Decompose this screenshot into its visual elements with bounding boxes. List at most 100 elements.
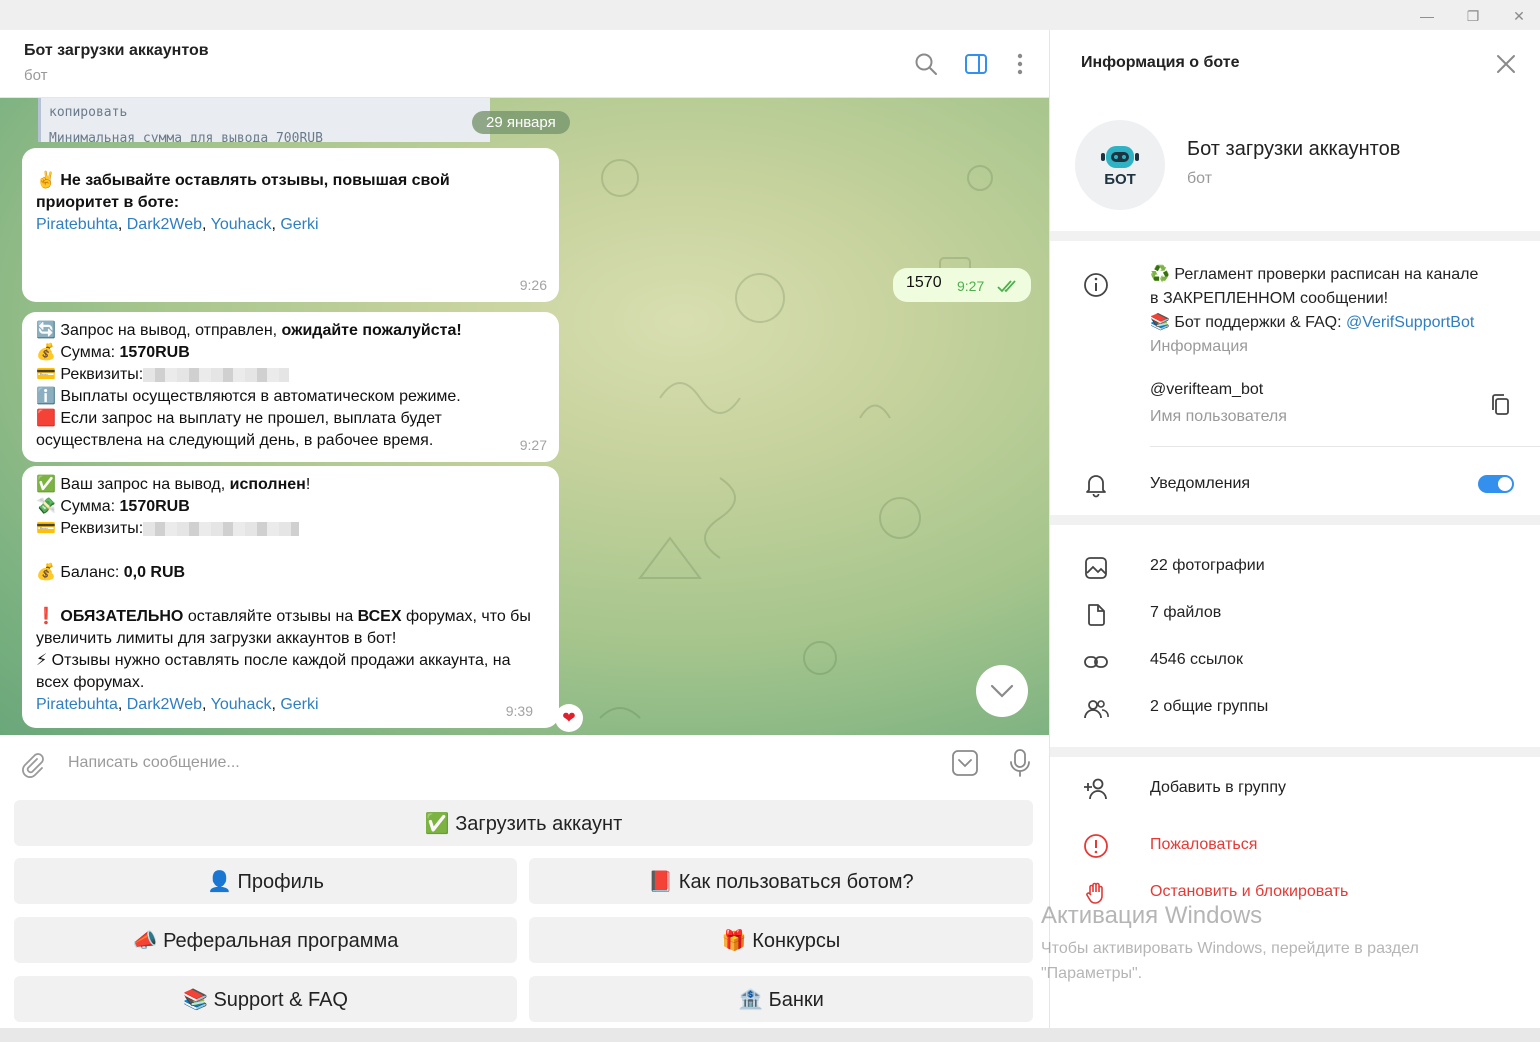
divider xyxy=(1050,231,1540,241)
report-icon xyxy=(1084,834,1108,858)
chat-messages-area[interactable]: копировать Минимальная сумма для вывода … xyxy=(0,98,1049,735)
message-line: 💳 Реквизиты: xyxy=(36,518,545,540)
restore-button[interactable]: ❐ xyxy=(1450,2,1496,30)
profile-button[interactable]: 👤 Профиль xyxy=(14,858,517,904)
howto-button[interactable]: 📕 Как пользоваться ботом? xyxy=(529,858,1033,904)
link-dark2web[interactable]: Dark2Web xyxy=(127,696,202,713)
outgoing-message[interactable]: 1570 9:27 xyxy=(893,268,1031,302)
referral-button[interactable]: 📣 Реферальная программа xyxy=(14,917,517,963)
activation-watermark-text: Чтобы активировать Windows, перейдите в … xyxy=(1041,940,1419,982)
message-line: ✅ Ваш запрос на вывод, исполнен! xyxy=(36,476,311,493)
message-line: 💰 Сумма: 1570RUB xyxy=(36,344,190,361)
username-link[interactable]: @verifteam_bot xyxy=(1150,381,1263,399)
bot-name: Бот загрузки аккаунтов xyxy=(1187,138,1401,160)
message-composer: Написать сообщение... xyxy=(0,735,1049,792)
chat-header: Бот загрузки аккаунтов бот xyxy=(0,30,1049,98)
link-youhack[interactable]: Youhack xyxy=(211,216,272,233)
message-line: 💸 Сумма: 1570RUB xyxy=(36,498,190,515)
message-input[interactable]: Написать сообщение... xyxy=(68,754,240,772)
support-faq-button[interactable]: 📚 Support & FAQ xyxy=(14,976,517,1022)
message-line: всех форумах. xyxy=(36,674,145,691)
message-time: 9:27 xyxy=(957,278,985,294)
message-line: приоритет в боте: xyxy=(36,194,180,211)
notifications-toggle[interactable] xyxy=(1478,475,1514,493)
bot-subtitle: бот xyxy=(1187,170,1213,187)
redacted-details xyxy=(143,521,300,536)
link-gerki[interactable]: Gerki xyxy=(280,696,318,713)
notifications-label: Уведомления xyxy=(1150,475,1251,492)
incoming-message[interactable]: ✅ Ваш запрос на вывод, исполнен! 💸 Сумма… xyxy=(22,466,559,728)
common-groups[interactable]: 2 общие группы xyxy=(1150,698,1268,716)
message-line: осуществлена на следующий день, в рабоче… xyxy=(36,432,434,449)
scroll-down-button[interactable] xyxy=(976,665,1028,717)
divider xyxy=(1050,515,1540,525)
window-titlebar: — ❐ ✕ xyxy=(0,0,1540,30)
divider xyxy=(1050,747,1540,757)
minimize-button[interactable]: — xyxy=(1404,2,1450,30)
link-icon xyxy=(1084,656,1108,668)
double-check-icon xyxy=(997,280,1016,293)
message-line: увеличить лимиты для загрузки аккаунтов … xyxy=(36,630,397,647)
info-icon xyxy=(1084,273,1108,297)
link-piratebuhta[interactable]: Piratebuhta xyxy=(36,696,118,713)
stop-and-block-button[interactable]: Остановить и блокировать xyxy=(1150,883,1348,901)
upload-account-button[interactable]: ✅ Загрузить аккаунт xyxy=(14,800,1033,846)
taskbar-edge xyxy=(0,1028,1540,1042)
chat-subtitle: бот xyxy=(24,67,48,84)
robot-icon xyxy=(1101,145,1139,168)
shared-files[interactable]: 7 файлов xyxy=(1150,604,1221,622)
link-dark2web[interactable]: Dark2Web xyxy=(127,216,202,233)
search-icon[interactable] xyxy=(912,50,940,78)
attach-icon[interactable] xyxy=(18,750,46,778)
bell-icon xyxy=(1086,475,1106,498)
link-piratebuhta[interactable]: Piratebuhta xyxy=(36,216,118,233)
message-line: 💰 Баланс: 0,0 RUB xyxy=(36,564,186,581)
contests-button[interactable]: 🎁 Конкурсы xyxy=(529,917,1033,963)
copy-icon[interactable] xyxy=(1487,391,1515,419)
info-label: Информация xyxy=(1150,338,1248,355)
incoming-message[interactable]: 🔄 Запрос на вывод, отправлен, ожидайте п… xyxy=(22,312,559,462)
banks-button[interactable]: 🏦 Банки xyxy=(529,976,1033,1022)
message-line: 🟥 Если запрос на выплату не прошел, выпл… xyxy=(36,410,442,427)
date-pill: 29 января xyxy=(472,111,570,134)
file-icon xyxy=(1088,604,1105,626)
heart-reaction-icon[interactable]: ❤ xyxy=(555,704,583,732)
link-gerki[interactable]: Gerki xyxy=(280,216,318,233)
message-time: 9:26 xyxy=(519,277,547,293)
redacted-details xyxy=(143,367,290,382)
message-time: 9:27 xyxy=(519,437,547,453)
divider xyxy=(1150,446,1540,447)
chat-title[interactable]: Бот загрузки аккаунтов xyxy=(24,42,209,60)
message-line: ❗ ОБЯЗАТЕЛЬНО оставляйте отзывы на ВСЕХ … xyxy=(36,608,531,625)
shared-photos[interactable]: 22 фотографии xyxy=(1150,557,1265,575)
message-time: 9:39 xyxy=(505,703,533,719)
avatar-label: БОТ xyxy=(1104,170,1136,188)
avatar[interactable]: БОТ xyxy=(1075,120,1165,210)
support-bot-link[interactable]: @VerifSupportBot xyxy=(1346,314,1474,331)
groups-icon xyxy=(1084,700,1109,719)
photo-icon xyxy=(1085,557,1107,579)
bot-keyboard-icon[interactable] xyxy=(950,748,980,778)
chevron-down-icon xyxy=(990,684,1014,698)
report-button[interactable]: Пожаловаться xyxy=(1150,836,1257,854)
message-text: 1570 xyxy=(906,274,942,291)
message-line: 🔄 Запрос на вывод, отправлен, ожидайте п… xyxy=(36,322,462,339)
message-line: 💳 Реквизиты: xyxy=(36,364,545,386)
microphone-icon[interactable] xyxy=(1006,747,1034,779)
bot-description: ♻️ Регламент проверки расписан на канале… xyxy=(1150,266,1479,331)
add-to-group-button[interactable]: Добавить в группу xyxy=(1150,779,1286,797)
more-vertical-icon[interactable] xyxy=(1006,50,1034,78)
sidebar-toggle-icon[interactable] xyxy=(962,50,990,78)
message-line: ℹ️ Выплаты осуществляются в автоматическ… xyxy=(36,388,461,405)
username-label: Имя пользователя xyxy=(1150,408,1287,425)
message-line: ⚡ Отзывы нужно оставлять после каждой пр… xyxy=(36,652,511,669)
close-icon[interactable] xyxy=(1492,50,1520,78)
add-user-icon xyxy=(1084,778,1107,800)
bot-info-panel: Информация о боте БОТ Бот загрузки аккау… xyxy=(1049,30,1540,1028)
panel-title: Информация о боте xyxy=(1081,54,1240,71)
incoming-message[interactable]: ✌️ Не забывайте оставлять отзывы, повыша… xyxy=(22,148,559,302)
window-close-button[interactable]: ✕ xyxy=(1496,2,1540,30)
link-youhack[interactable]: Youhack xyxy=(211,696,272,713)
shared-links[interactable]: 4546 ссылок xyxy=(1150,651,1243,669)
quoted-code-block: копировать Минимальная сумма для вывода … xyxy=(38,98,490,142)
